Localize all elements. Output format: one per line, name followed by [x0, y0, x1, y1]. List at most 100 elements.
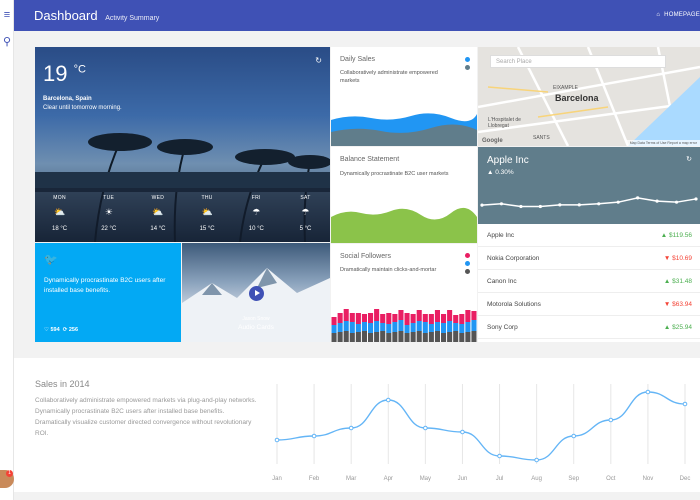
followers-bar [447, 310, 453, 321]
x-tick-label: Jul [496, 476, 504, 482]
followers-bar [471, 311, 477, 320]
x-tick-label: Apr [384, 476, 393, 482]
sales-data-point[interactable] [682, 401, 688, 407]
left-rail: ≡ ⚲ [0, 0, 14, 500]
forecast-day-name: WED [151, 195, 165, 201]
sales-data-point[interactable] [571, 433, 577, 439]
sales-data-point[interactable] [274, 437, 280, 443]
forecast-day-temp: 14 °C [150, 226, 166, 232]
sales-data-point[interactable] [534, 457, 539, 463]
map-label-sants: SANTS [533, 135, 550, 141]
x-tick-label: Jun [458, 476, 468, 482]
followers-bar [434, 310, 440, 322]
followers-bar [416, 331, 422, 342]
followers-bar [398, 331, 404, 342]
followers-bar [471, 331, 477, 342]
forecast-day: WED ⛅ 14 °C [133, 188, 182, 242]
map-card[interactable]: Search Place EIXAMPLE Barcelona L'Hospit… [478, 47, 700, 146]
followers-bar [337, 313, 343, 323]
sales-series-line [276, 391, 686, 461]
stock-row-value: ▲ $31.48 [663, 278, 692, 285]
map-label-hospitalet: L'Hospitalet de Llobregat [488, 117, 521, 129]
forecast-day: THU ⛅ 15 °C [183, 188, 232, 242]
followers-bar [349, 322, 355, 333]
cloud-sun-icon: ⛅ [152, 207, 164, 217]
stock-list: Apple Inc ▲ $119.56 Nokia Corporation ▼ $10… [478, 224, 700, 339]
followers-bar [441, 333, 447, 342]
stock-row[interactable]: Motorola Solutions ▼ $63.94 [478, 293, 700, 316]
page-title-text: Dashboard [34, 8, 98, 23]
homepage-link[interactable]: ⌂ HOMEPAGE [656, 12, 700, 18]
followers-text: Dramatically maintain clicks-and-mortar [340, 267, 437, 273]
play-button[interactable] [249, 286, 264, 301]
stock-row[interactable]: Apple Inc ▲ $119.56 [478, 224, 700, 247]
stock-point [655, 199, 659, 203]
stock-row-name: Sony Corp [487, 324, 518, 331]
followers-bar [386, 333, 392, 342]
x-tick-label: Feb [309, 476, 320, 482]
home-icon: ⌂ [656, 12, 661, 18]
rain-icon: ☂ [252, 207, 261, 217]
stock-row[interactable]: Nokia Corporation ▼ $10.69 [478, 247, 700, 270]
sales-data-point[interactable] [497, 453, 502, 459]
retweets-count: 256 [68, 327, 79, 333]
sales-data-point[interactable] [645, 389, 651, 395]
audio-title: Audio Cards [238, 324, 274, 331]
sales-data-point[interactable] [423, 425, 428, 431]
forecast-day-temp: 10 °C [248, 226, 264, 232]
stock-header: Apple Inc ▲ 0.30% ↻ [478, 147, 700, 224]
legend-dot [465, 57, 470, 62]
sales-data-point[interactable] [608, 417, 614, 423]
legend-dot [465, 261, 470, 266]
followers-bar [422, 314, 428, 322]
stock-row[interactable]: Canon Inc ▲ $31.48 [478, 270, 700, 293]
followers-bar [337, 332, 343, 342]
sales-data-point[interactable] [460, 429, 465, 435]
followers-bar [355, 332, 361, 342]
followers-bar [471, 320, 477, 331]
refresh-icon[interactable]: ↻ [315, 56, 322, 65]
sales-data-point[interactable] [348, 425, 354, 431]
map-search-input[interactable]: Search Place [490, 55, 666, 68]
map-footer[interactable]: Map Data Terms of Use Report a map error [626, 140, 700, 146]
forecast-day-name: MON [53, 195, 66, 201]
followers-bar [361, 314, 367, 322]
followers-bar [459, 314, 465, 324]
forecast-day-name: TUE [103, 195, 115, 201]
refresh-icon[interactable]: ↻ [686, 155, 692, 163]
followers-bar [368, 333, 374, 342]
stock-point [558, 203, 562, 207]
followers-bar [386, 313, 392, 324]
cloud-sun-icon: ⛅ [201, 207, 213, 217]
sales-data-point[interactable] [385, 397, 391, 403]
followers-bar [337, 323, 343, 332]
followers-stacked-bars [331, 309, 477, 342]
balance-statement-card: Balance Statement Dynamically procrastin… [331, 147, 477, 243]
stock-row-value: ▼ $63.94 [663, 301, 692, 308]
sales-line-chart: Jan Feb Mar Apr May Jun Jul Aug Sep Oct Nov Dec [272, 384, 690, 482]
balance-text: Dynamically procrastinate B2C user marke… [340, 171, 449, 177]
stock-line [481, 197, 697, 208]
followers-bar [441, 323, 447, 333]
balance-area-chart [331, 207, 477, 243]
followers-bar [368, 323, 374, 333]
menu-icon[interactable]: ≡ [0, 9, 14, 21]
followers-bar [380, 314, 386, 323]
sales-2014-text: Collaboratively administrate empowered m… [35, 397, 257, 437]
stock-change: ▲ 0.30% [487, 169, 514, 176]
followers-bar [392, 322, 398, 332]
followers-bar [434, 331, 440, 342]
stock-row[interactable]: Sony Corp ▲ $25.94 [478, 316, 700, 339]
map-label-barcelona: Barcelona [555, 93, 599, 103]
followers-bar [380, 323, 386, 331]
balance-title: Balance Statement [340, 156, 400, 163]
forecast-day-temp: 15 °C [199, 226, 215, 232]
stock-point [674, 200, 679, 204]
heart-icon: ♡ [44, 327, 49, 333]
followers-bar [465, 322, 471, 332]
followers-bar [404, 325, 410, 333]
sales-data-point[interactable] [311, 433, 317, 439]
search-icon[interactable]: ⚲ [0, 35, 14, 48]
likes-count: 594 [50, 327, 60, 333]
forecast-day-temp: 18 °C [52, 226, 68, 232]
